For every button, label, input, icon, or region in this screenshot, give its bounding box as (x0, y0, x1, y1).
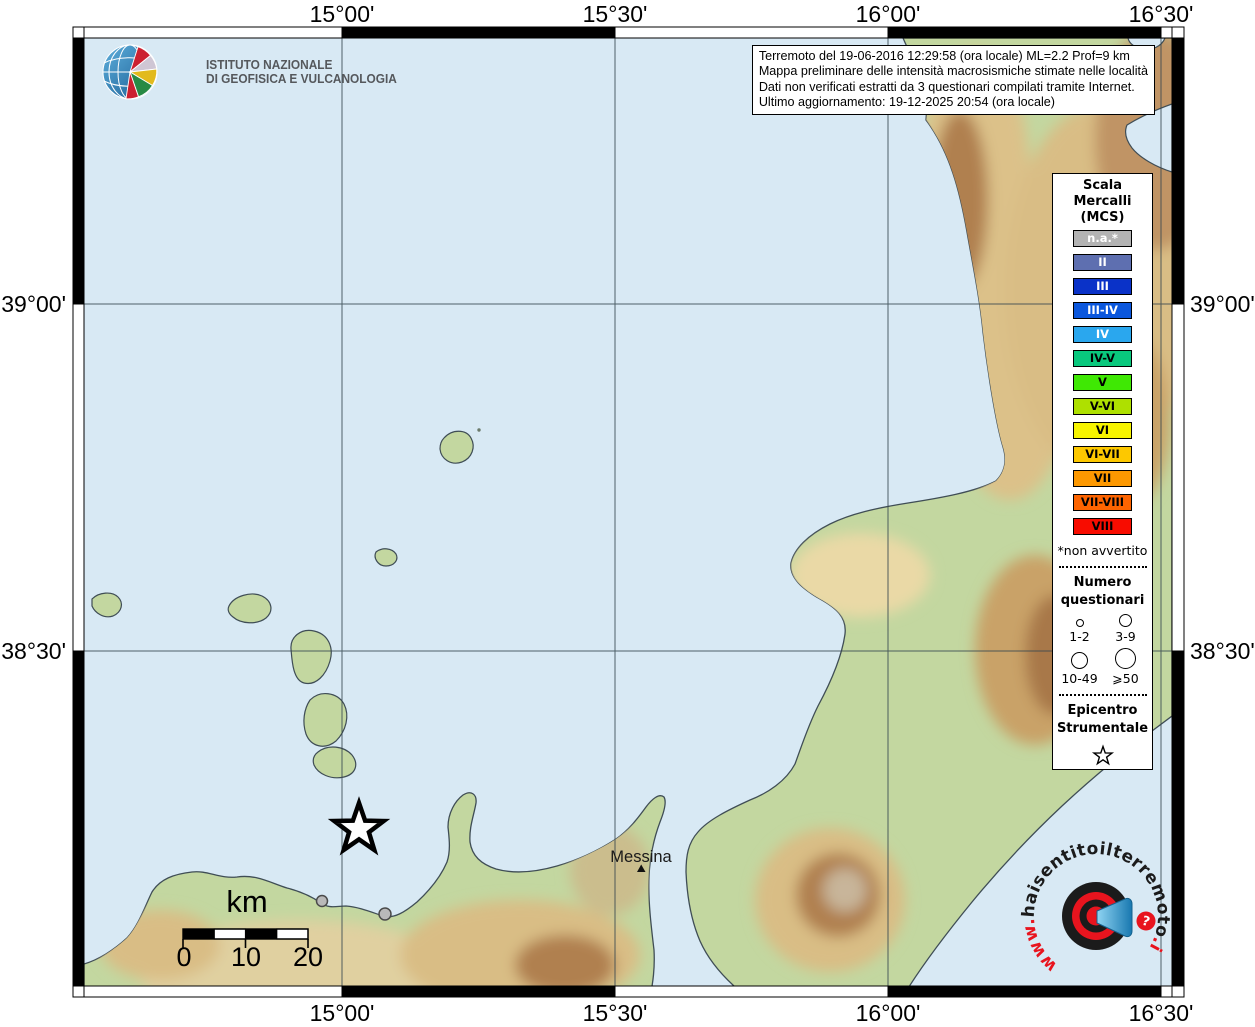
epicenter-star-icon (1091, 744, 1115, 767)
intensity-scale: n.a.* II III III-IV IV IV-V V V-VI VI VI… (1073, 230, 1132, 535)
axis-top-15-30: 15°30' (583, 1, 648, 28)
island-panarea (375, 549, 397, 566)
intensity-chip-iv: IV (1073, 326, 1132, 343)
map-content: www.haisentitoilterremoto.it ? (84, 30, 1215, 1024)
ingv-org-line2: DI GEOFISICA E VULCANOLOGIA (206, 72, 397, 86)
intensity-chip-vi: VI (1073, 422, 1132, 439)
legend-title-line1: Scala (1073, 178, 1131, 194)
questionnaire-count-title: Numero questionari (1061, 574, 1145, 610)
scale-tick-20: 20 (293, 942, 323, 973)
size-circle-small-icon (1076, 619, 1084, 627)
scale-tick-10: 10 (231, 942, 261, 973)
axis-bottom-15-00: 15°00' (310, 1000, 375, 1027)
size-circle-medium-icon (1119, 614, 1132, 627)
questionnaire-size-key: 1-2 3-9 10-49 ⩾50 (1057, 614, 1149, 686)
intensity-chip-ii: II (1073, 254, 1132, 271)
intensity-chip-iv-v: IV-V (1073, 350, 1132, 367)
size-circle-large-icon (1071, 652, 1088, 669)
axis-bottom-16-30: 16°30' (1129, 1000, 1194, 1027)
questionnaire-title-line2: questionari (1061, 592, 1145, 610)
size-key-1-2: 1-2 (1057, 614, 1103, 644)
event-info-line1: Terremoto del 19-06-2016 12:29:58 (ora l… (759, 49, 1148, 64)
size-label-3-9: 3-9 (1115, 629, 1135, 644)
legend-title: Scala Mercalli (MCS) (1073, 178, 1131, 226)
axis-right-39-00: 39°00' (1190, 291, 1255, 318)
axis-top-16-30: 16°30' (1129, 1, 1194, 28)
locality-dot (379, 908, 391, 920)
legend-title-line2: Mercalli (1073, 194, 1131, 210)
intensity-chip-na: n.a.* (1073, 230, 1132, 247)
intensity-chip-vii: VII (1073, 470, 1132, 487)
event-info-box: Terremoto del 19-06-2016 12:29:58 (ora l… (752, 45, 1155, 115)
axis-right-38-30: 38°30' (1190, 638, 1255, 665)
legend-footnote: *non avvertito (1058, 543, 1148, 558)
seismic-intensity-map-page: { "info_box": { "lines": [ "Terremoto de… (0, 0, 1255, 1024)
axis-bottom-16-00: 16°00' (856, 1000, 921, 1027)
ingv-globe-icon (102, 44, 158, 100)
locality-dot (317, 896, 328, 907)
intensity-chip-iii: III (1073, 278, 1132, 295)
legend-panel: Scala Mercalli (MCS) n.a.* II III III-IV… (1052, 173, 1153, 770)
axis-top-16-00: 16°00' (856, 1, 921, 28)
axis-bottom-15-30: 15°30' (583, 1000, 648, 1027)
scale-tick-0: 0 (176, 942, 191, 973)
size-key-3-9: 3-9 (1103, 614, 1149, 644)
axis-left-39-00: 39°00' (0, 291, 66, 318)
legend-divider (1059, 694, 1147, 696)
legend-title-line3: (MCS) (1073, 210, 1131, 226)
intensity-chip-v-vi: V-VI (1073, 398, 1132, 415)
scale-bar-unit: km (226, 884, 267, 920)
event-info-line3: Dati non verificati estratti da 3 questi… (759, 80, 1148, 95)
epicenter-key-title: Epicentro Strumentale (1057, 702, 1148, 738)
ingv-org-name: ISTITUTO NAZIONALE DI GEOFISICA E VULCAN… (206, 58, 397, 86)
intensity-chip-iii-iv: III-IV (1073, 302, 1132, 319)
size-circle-xlarge-icon (1115, 648, 1136, 669)
ingv-org-line1: ISTITUTO NAZIONALE (206, 58, 397, 72)
intensity-chip-vi-vii: VI-VII (1073, 446, 1132, 463)
intensity-chip-v: V (1073, 374, 1132, 391)
axis-left-38-30: 38°30' (0, 638, 66, 665)
intensity-chip-vii-viii: VII-VIII (1073, 494, 1132, 511)
axis-top-15-00: 15°00' (310, 1, 375, 28)
intensity-chip-viii: VIII (1073, 518, 1132, 535)
size-label-50plus: ⩾50 (1112, 671, 1138, 686)
event-info-line4: Ultimo aggiornamento: 19-12-2025 20:54 (… (759, 95, 1148, 110)
questionnaire-title-line1: Numero (1061, 574, 1145, 592)
size-key-10-49: 10-49 (1057, 648, 1103, 686)
islet-strombolicchio (477, 428, 480, 431)
epicenter-title-line2: Strumentale (1057, 720, 1148, 738)
size-label-10-49: 10-49 (1061, 671, 1097, 686)
size-key-50plus: ⩾50 (1103, 648, 1149, 686)
ingv-logo: ISTITUTO NAZIONALE DI GEOFISICA E VULCAN… (102, 44, 407, 100)
size-label-1-2: 1-2 (1069, 629, 1089, 644)
city-label-messina: Messina (610, 848, 671, 867)
legend-divider (1059, 566, 1147, 568)
event-info-line2: Mappa preliminare delle intensità macros… (759, 64, 1148, 79)
epicenter-title-line1: Epicentro (1057, 702, 1148, 720)
